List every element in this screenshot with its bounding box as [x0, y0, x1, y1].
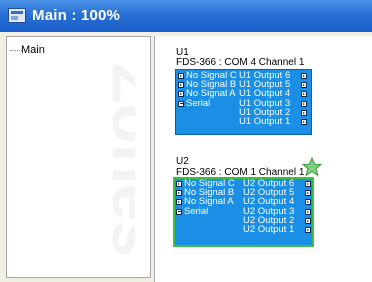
- output-label: U2 Output 1: [243, 224, 295, 235]
- output-port-icon[interactable]: [301, 73, 307, 79]
- tree-panel: Zones Main: [6, 36, 151, 278]
- output-port-icon[interactable]: [305, 217, 311, 224]
- output-port-icon[interactable]: [301, 119, 307, 125]
- device-name-u2: U2: [176, 156, 189, 167]
- input-port-icon[interactable]: [178, 73, 184, 79]
- output-port-icon[interactable]: [301, 109, 307, 116]
- device-subtitle-u1: FDS-366 : COM 4 Channel 1: [176, 57, 305, 68]
- tree-item-main[interactable]: Main: [21, 44, 45, 56]
- main-window: Main : 100% Zones Main U1 FDS-366 : COM …: [0, 0, 372, 282]
- input-port-icon[interactable]: [176, 199, 182, 206]
- device-card-u2[interactable]: No Signal C No Signal B No Signal A Serial U…: [173, 177, 314, 247]
- input-label: Serial: [184, 205, 209, 217]
- svg-text:Zones: Zones: [99, 63, 135, 257]
- output-port-icon[interactable]: [301, 100, 307, 107]
- window-icon: [8, 8, 26, 23]
- star-icon[interactable]: [302, 157, 322, 177]
- output-port-icon[interactable]: [305, 181, 311, 187]
- output-port-icon[interactable]: [305, 227, 311, 233]
- output-port-icon[interactable]: [305, 199, 311, 206]
- output-port-icon[interactable]: [305, 208, 311, 215]
- input-port-icon[interactable]: [178, 91, 184, 98]
- input-label: Serial: [186, 97, 211, 109]
- output-port-icon[interactable]: [301, 82, 307, 89]
- zones-watermark: Zones: [99, 63, 135, 257]
- output-label: U1 Output 1: [239, 116, 291, 127]
- input-port-icon[interactable]: [176, 190, 182, 197]
- output-port-icon[interactable]: [305, 190, 311, 197]
- zone-canvas[interactable]: U1 FDS-366 : COM 4 Channel 1 No Signal C…: [154, 36, 372, 282]
- input-port-icon[interactable]: [176, 208, 182, 215]
- output-port-icon[interactable]: [301, 91, 307, 98]
- input-port-icon[interactable]: [178, 100, 184, 107]
- device-card-u1[interactable]: No Signal C No Signal B No Signal A Serial U…: [175, 69, 312, 135]
- input-port-icon[interactable]: [176, 181, 182, 187]
- title-bar[interactable]: Main : 100%: [0, 0, 372, 32]
- input-port-icon[interactable]: [178, 82, 184, 89]
- window-title: Main : 100%: [32, 7, 121, 24]
